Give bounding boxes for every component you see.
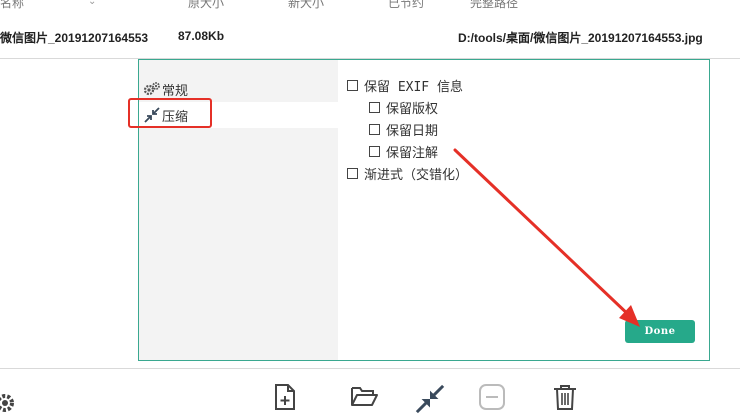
- settings-gear-icon[interactable]: [0, 392, 16, 418]
- add-file-icon[interactable]: [270, 383, 300, 413]
- divider: [0, 368, 740, 369]
- annotation-arrow: [453, 148, 640, 327]
- compress-icon[interactable]: [415, 383, 445, 414]
- trash-icon[interactable]: [550, 383, 580, 413]
- remove-icon[interactable]: [477, 383, 507, 413]
- open-folder-icon[interactable]: [349, 383, 379, 413]
